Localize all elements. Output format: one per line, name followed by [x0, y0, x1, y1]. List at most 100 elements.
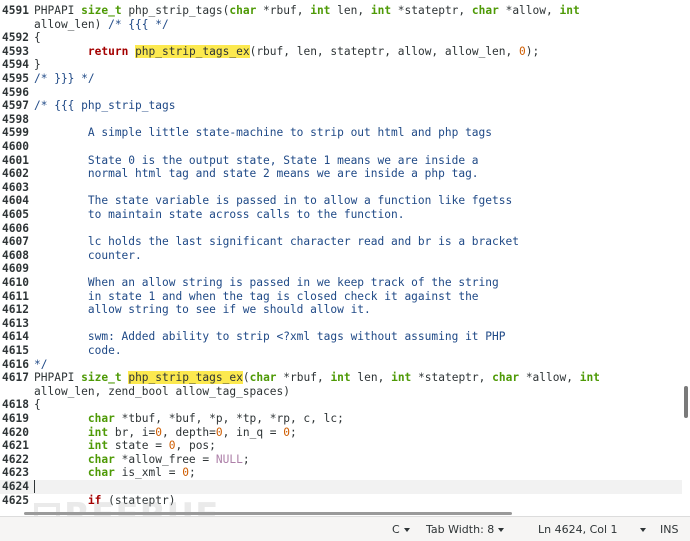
code-text: char *allow_free = NULL; — [34, 453, 250, 467]
code-line[interactable]: 4603 — [0, 181, 682, 195]
code-line[interactable]: 4613 — [0, 317, 682, 331]
line-number: 4603 — [2, 180, 29, 194]
code-line[interactable]: 4592 { — [0, 31, 682, 45]
code-token: (stateptr) — [101, 493, 176, 507]
code-line[interactable]: 4596 — [0, 86, 682, 100]
chevron-down-icon — [403, 528, 410, 532]
code-line[interactable]: 4615 code. — [0, 344, 682, 358]
code-line[interactable]: 4625 if (stateptr) — [0, 494, 682, 508]
horizontal-scroll-thumb[interactable] — [24, 512, 512, 515]
code-token: to maintain state across calls to the fu… — [34, 208, 405, 221]
code-line[interactable]: 4607 lc holds the last significant chara… — [0, 235, 682, 249]
code-line[interactable]: 4597 /* {{{ php_strip_tags — [0, 99, 682, 113]
code-token: in state 1 and when the tag is closed ch… — [34, 289, 479, 303]
code-token: char — [87, 452, 115, 466]
code-text: A simple little state-machine to strip o… — [34, 126, 492, 140]
code-token: int — [370, 4, 392, 17]
code-text: char *tbuf, *buf, *p, *tp, *rp, c, lc; — [34, 412, 344, 426]
language-selector[interactable]: C — [392, 523, 410, 537]
code-token: ); — [525, 44, 540, 58]
code-line[interactable]: 4591 PHPAPI size_t php_strip_tags(char *r… — [0, 4, 682, 18]
code-line[interactable]: 4609 — [0, 262, 682, 276]
code-token: */ — [34, 357, 48, 371]
code-line[interactable]: 4605 to maintain state across calls to t… — [0, 208, 682, 222]
line-number: 4619 — [2, 412, 29, 425]
code-line[interactable]: 4621 int state = 0, pos; — [0, 439, 682, 453]
code-line[interactable]: 4593 return php_strip_tags_ex(rbuf, len,… — [0, 44, 682, 59]
line-number: 4592 — [2, 31, 29, 45]
code-line[interactable]: 4622 char *allow_free = NULL; — [0, 453, 682, 467]
code-line[interactable]: allow_len, zend_bool allow_tag_spaces) — [0, 385, 682, 399]
code-token: PHPAPI — [34, 371, 82, 385]
line-number: 4615 — [2, 344, 29, 357]
code-line[interactable]: 4604 The state variable is passed in to … — [0, 194, 682, 208]
cursor-position-label: Ln 4624, Col 1 — [538, 523, 618, 536]
code-line[interactable]: 4602 normal html tag and state 2 means w… — [0, 167, 682, 181]
code-token: char — [471, 4, 499, 17]
code-line[interactable]: 4598 — [0, 113, 682, 127]
code-token: ( — [242, 371, 250, 385]
code-text: char is_xml = 0; — [34, 466, 196, 480]
code-line[interactable]: 4601 State 0 is the output state, State … — [0, 154, 682, 168]
search-match-highlight: php_strip_tags_ex — [135, 44, 250, 58]
line-number: 4594 — [2, 58, 29, 72]
code-token: When an allow string is passed in we kee… — [34, 276, 499, 289]
code-token: *rbuf, — [276, 371, 331, 385]
code-token: , in_q = — [222, 425, 284, 439]
code-line[interactable]: 4608 counter. — [0, 249, 682, 263]
code-token: 0 — [519, 44, 526, 58]
code-line[interactable]: 4600 — [0, 140, 682, 154]
line-number: 4600 — [2, 140, 29, 153]
code-line[interactable]: 4618 { — [0, 398, 682, 412]
vertical-scroll-thumb[interactable] — [684, 386, 688, 418]
code-token: char — [492, 371, 520, 385]
code-token: br, i= — [108, 425, 156, 439]
code-line[interactable]: 4606 — [0, 222, 682, 236]
tab-width-selector[interactable]: Tab Width: 8 — [426, 523, 505, 537]
code-token: , pos; — [175, 439, 216, 453]
code-token: *allow_free = — [114, 452, 216, 466]
code-line[interactable]: 4614 swm: Added ability to strip <?xml t… — [0, 330, 682, 344]
code-text: allow_len, zend_bool allow_tag_spaces) — [34, 385, 290, 399]
line-number: 4621 — [2, 439, 29, 453]
code-line[interactable]: allow_len) /* {{{ */ — [0, 18, 682, 32]
code-line[interactable]: 4619 char *tbuf, *buf, *p, *tp, *rp, c, … — [0, 412, 682, 426]
code-line[interactable]: 4610 When an allow string is passed in w… — [0, 276, 682, 290]
code-line[interactable]: 4612 allow string to see if we should al… — [0, 303, 682, 317]
code-token: ; — [188, 466, 196, 480]
code-editor[interactable]: 4591 PHPAPI size_t php_strip_tags(char *r… — [0, 0, 690, 510]
line-number: 4620 — [2, 425, 29, 439]
line-number: 4601 — [2, 153, 29, 167]
code-token: *stateptr, — [391, 4, 472, 17]
insert-mode-indicator[interactable]: INS — [660, 523, 678, 537]
code-line[interactable]: 4617 PHPAPI size_t php_strip_tags_ex(char… — [0, 371, 682, 385]
code-token: A simple little state-machine to strip o… — [34, 126, 493, 140]
code-token: if — [87, 493, 102, 507]
code-token: , depth= — [162, 425, 216, 439]
code-token: /* {{{ php_strip_tags — [34, 99, 176, 113]
code-line[interactable]: 4611 in state 1 and when the tag is clos… — [0, 290, 682, 304]
code-token: int — [559, 4, 580, 17]
code-token: code. — [34, 344, 122, 357]
cursor-position-selector[interactable]: Ln 4624, Col 1 — [538, 523, 646, 537]
code-line[interactable]: 4616 */ — [0, 358, 682, 372]
code-text: allow string to see if we should allow i… — [34, 303, 371, 317]
code-line[interactable]: 4595 /* }}} */ — [0, 72, 682, 86]
current-code-line[interactable]: 4624 — [0, 480, 682, 494]
line-number: 4604 — [2, 194, 29, 208]
code-text: in state 1 and when the tag is closed ch… — [34, 290, 479, 304]
line-number: 4595 — [2, 72, 29, 85]
code-token: 0 — [182, 466, 189, 480]
code-line[interactable]: 4623 char is_xml = 0; — [0, 466, 682, 480]
code-line[interactable]: 4599 A simple little state-machine to st… — [0, 126, 682, 140]
code-token: char — [249, 371, 277, 385]
code-line[interactable]: 4620 int br, i=0, depth=0, in_q = 0; — [0, 426, 682, 440]
line-number: 4611 — [2, 289, 29, 303]
code-token: *allow, — [498, 4, 560, 17]
vertical-scrollbar[interactable] — [682, 0, 690, 510]
code-token: char — [87, 412, 115, 425]
code-token: lc holds the last significant character … — [34, 235, 519, 249]
code-token: int — [87, 439, 109, 453]
line-number: 4616 — [2, 357, 29, 371]
code-line[interactable]: 4594} — [0, 58, 682, 72]
